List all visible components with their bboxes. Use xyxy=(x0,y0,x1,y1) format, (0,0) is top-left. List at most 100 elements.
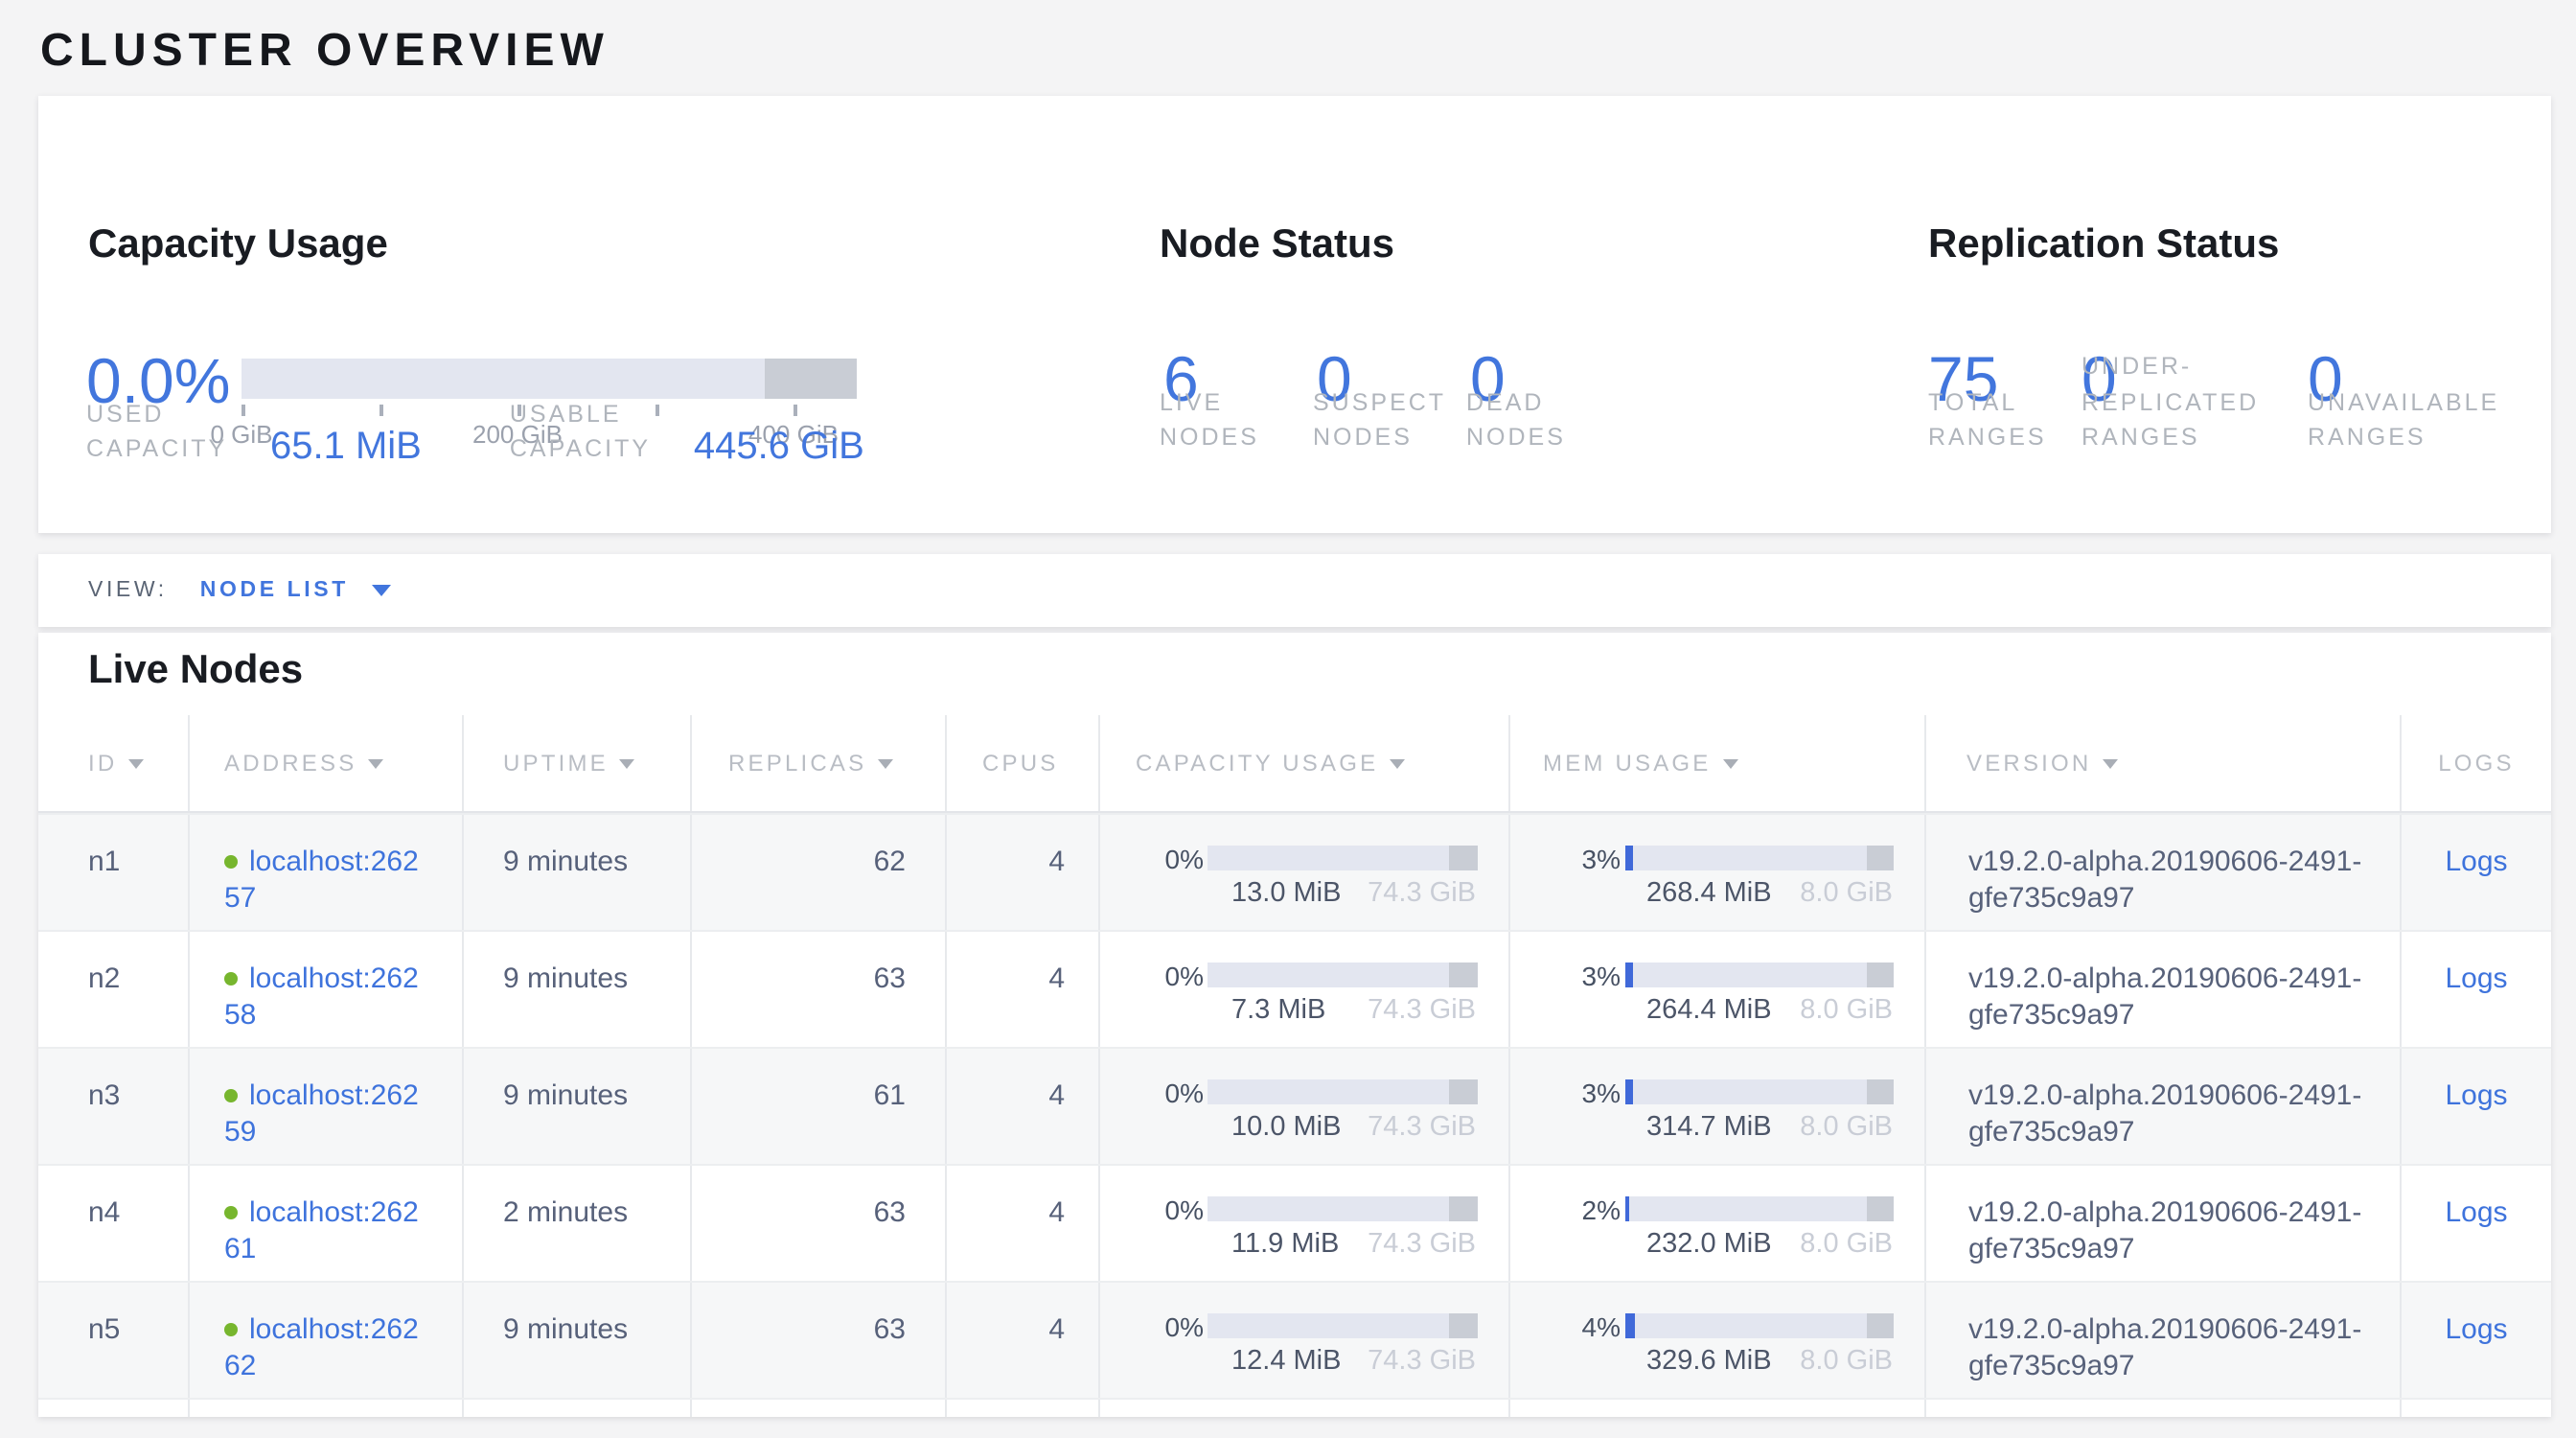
logs-link[interactable]: Logs xyxy=(2445,1075,2507,1163)
chevron-down-icon xyxy=(372,585,391,596)
column-header-logs: LOGS xyxy=(2402,715,2551,810)
cpus-cell: 4 xyxy=(946,1048,1099,1163)
capacity-usage-bar xyxy=(1208,963,1477,988)
mem-used-value: 232.0 MiB xyxy=(1623,1228,1772,1261)
node-address-cell: localhost:26259 xyxy=(190,1048,464,1163)
column-header-address[interactable]: ADDRESS xyxy=(190,715,464,810)
view-dropdown[interactable]: NODE LIST xyxy=(200,579,391,602)
logs-cell: Logs xyxy=(2402,1048,2551,1163)
capacity-percent-label: 0% xyxy=(1120,1194,1204,1224)
mem-percent-label: 3% xyxy=(1533,960,1621,990)
version-cell: v19.2.0-alpha.20190606-2491-gfe735c9a97 xyxy=(1926,1165,2402,1280)
node-address-link[interactable]: localhost:26261 xyxy=(224,1195,419,1264)
mem-total-value: 8.0 GiB xyxy=(1800,877,1893,910)
version-cell: v19.2.0-alpha.20190606-2491-gfe735c9a97 xyxy=(1926,931,2402,1046)
mem-usage-cell: 3% 314.7 MiB 8.0 GiB xyxy=(1510,1048,1926,1163)
sort-arrow-icon xyxy=(2103,760,2118,770)
capacity-usage-cell: 0% 7.3 MiB 74.3 GiB xyxy=(1099,931,1510,1046)
column-header-uptime[interactable]: UPTIME xyxy=(464,715,692,810)
capacity-percent-label: 0% xyxy=(1120,1310,1204,1341)
cpus-cell: 4 xyxy=(946,931,1099,1046)
mem-usage-cell: 2% 232.0 MiB 8.0 GiB xyxy=(1510,1165,1926,1280)
capacity-gauge-reserved xyxy=(765,359,857,399)
replicas-cell: 63 xyxy=(692,1165,946,1280)
mem-usage-cell: 3% 268.4 MiB 8.0 GiB xyxy=(1510,814,1926,929)
node-address-cell: localhost:26258 xyxy=(190,931,464,1046)
capacity-total-value: 74.3 GiB xyxy=(1368,1228,1476,1261)
used-capacity-label: USED CAPACITY xyxy=(86,396,255,468)
mem-total-value: 8.0 GiB xyxy=(1800,1111,1893,1144)
capacity-usage-cell: 0% 12.4 MiB 74.3 GiB xyxy=(1099,1282,1510,1397)
mem-total-value: 8.0 GiB xyxy=(1800,994,1893,1027)
capacity-gauge xyxy=(242,359,857,399)
sort-arrow-icon xyxy=(128,760,144,770)
logs-cell: Logs xyxy=(2402,1282,2551,1397)
mem-usage-bar xyxy=(1624,963,1894,988)
mem-used-value: 264.4 MiB xyxy=(1623,994,1772,1027)
mem-usage-cell: 3% 264.4 MiB 8.0 GiB xyxy=(1510,931,1926,1046)
page-title: CLUSTER OVERVIEW xyxy=(40,25,610,79)
node-address-link[interactable]: localhost:26262 xyxy=(224,1312,419,1381)
replicas-cell: 61 xyxy=(692,1048,946,1163)
used-capacity: USED CAPACITY 65.1 MiB xyxy=(86,396,422,468)
node-address-cell: localhost:26262 xyxy=(190,1282,464,1397)
usable-capacity-value: 445.6 GiB xyxy=(694,428,864,466)
column-header-cpus: CPUS xyxy=(946,715,1099,810)
table-row: n3 localhost:26259 9 minutes 61 4 0% 10.… xyxy=(38,1046,2551,1163)
capacity-total-value: 74.3 GiB xyxy=(1368,994,1476,1027)
column-header-version[interactable]: VERSION xyxy=(1926,715,2402,810)
node-id-cell: n5 xyxy=(38,1282,190,1397)
replication-status-title: Replication Status xyxy=(1928,222,2279,268)
mem-usage-bar xyxy=(1624,846,1894,871)
node-address-link[interactable]: localhost:26257 xyxy=(224,845,419,914)
live-nodes-label: LIVE NODES xyxy=(1160,384,1282,456)
logs-link[interactable]: Logs xyxy=(2445,1309,2507,1397)
under-replicated-label: UNDER-REPLICATED RANGES xyxy=(2082,349,2264,457)
logs-link[interactable]: Logs xyxy=(2445,958,2507,1046)
logs-link[interactable]: Logs xyxy=(2445,1192,2507,1280)
node-id-cell: n3 xyxy=(38,1048,190,1163)
capacity-total-value: 74.3 GiB xyxy=(1368,877,1476,910)
table-row-partial xyxy=(38,1397,2551,1417)
capacity-usage-cell: 0% 11.9 MiB 74.3 GiB xyxy=(1099,1165,1510,1280)
view-label: VIEW: xyxy=(88,579,168,602)
column-header-replicas[interactable]: REPLICAS xyxy=(692,715,946,810)
version-cell: v19.2.0-alpha.20190606-2491-gfe735c9a97 xyxy=(1926,1048,2402,1163)
unavailable-label: UNAVAILABLE RANGES xyxy=(2308,384,2507,456)
logs-cell: Logs xyxy=(2402,1165,2551,1280)
mem-percent-label: 2% xyxy=(1533,1194,1621,1224)
capacity-details: USED CAPACITY 65.1 MiB USABLE CAPACITY 4… xyxy=(86,396,864,468)
mem-percent-label: 3% xyxy=(1533,843,1621,873)
node-address-link[interactable]: localhost:26259 xyxy=(224,1078,419,1148)
uptime-cell: 2 minutes xyxy=(464,1165,692,1280)
version-cell: v19.2.0-alpha.20190606-2491-gfe735c9a97 xyxy=(1926,814,2402,929)
mem-usage-bar xyxy=(1624,1313,1894,1339)
sort-arrow-icon xyxy=(620,760,635,770)
sort-arrow-icon xyxy=(1390,760,1405,770)
table-row: n5 localhost:26262 9 minutes 63 4 0% 12.… xyxy=(38,1280,2551,1397)
total-ranges-label: TOTAL RANGES xyxy=(1928,384,2047,456)
node-address-link[interactable]: localhost:26258 xyxy=(224,962,419,1031)
suspect-nodes-label: SUSPECT NODES xyxy=(1313,384,1439,456)
uptime-cell: 9 minutes xyxy=(464,814,692,929)
column-header-capacity-usage[interactable]: CAPACITY USAGE xyxy=(1099,715,1510,810)
logs-link[interactable]: Logs xyxy=(2445,841,2507,929)
column-header-id[interactable]: ID xyxy=(38,715,190,810)
replicas-cell: 63 xyxy=(692,1282,946,1397)
column-header-mem-usage[interactable]: MEM USAGE xyxy=(1510,715,1926,810)
capacity-usage-bar xyxy=(1208,1196,1477,1222)
capacity-usage-cell: 0% 13.0 MiB 74.3 GiB xyxy=(1099,814,1510,929)
capacity-total-value: 74.3 GiB xyxy=(1368,1345,1476,1378)
capacity-total-value: 74.3 GiB xyxy=(1368,1111,1476,1144)
table-header-row: ID ADDRESS UPTIME REPLICAS CPUS xyxy=(38,715,2551,812)
mem-percent-label: 3% xyxy=(1533,1077,1621,1107)
table-body: n1 localhost:26257 9 minutes 62 4 0% 13.… xyxy=(38,812,2551,1397)
node-address-cell: localhost:26257 xyxy=(190,814,464,929)
view-selected-value[interactable]: NODE LIST xyxy=(200,579,349,602)
node-id-cell: n4 xyxy=(38,1165,190,1280)
cluster-overview-page: CLUSTER OVERVIEW Capacity Usage 0.0% 0 G… xyxy=(0,0,2576,1438)
table-row: n4 localhost:26261 2 minutes 63 4 0% 11.… xyxy=(38,1163,2551,1280)
table-row: n1 localhost:26257 9 minutes 62 4 0% 13.… xyxy=(38,812,2551,929)
capacity-usage-cell: 0% 10.0 MiB 74.3 GiB xyxy=(1099,1048,1510,1163)
cpus-cell: 4 xyxy=(946,814,1099,929)
